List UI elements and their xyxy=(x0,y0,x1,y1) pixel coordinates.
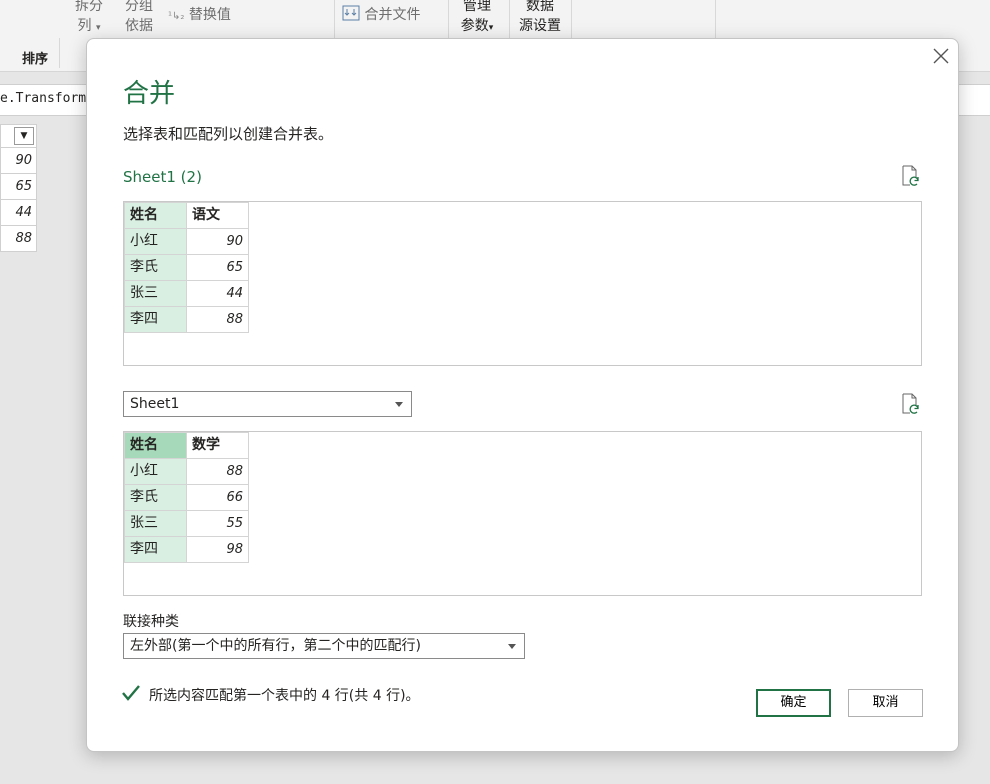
join-kind-selected: 左外部(第一个中的所有行，第二个中的匹配行) xyxy=(130,638,421,654)
second-table-selected: Sheet1 xyxy=(130,396,180,412)
column-header-chinese[interactable]: 语文 xyxy=(186,202,249,229)
table-row: 李四 88 xyxy=(124,306,249,333)
replace-values-icon: ¹↳₂ xyxy=(168,11,185,22)
grid-cell: 44 xyxy=(0,200,37,226)
table-cell: 98 xyxy=(186,536,249,563)
data-source-label-2: 源设置 xyxy=(519,18,561,34)
background-column: ▼ 90 65 44 88 xyxy=(0,124,37,252)
table-cell: 88 xyxy=(186,306,249,333)
table-cell: 张三 xyxy=(124,510,187,537)
column-header-name[interactable]: 姓名 xyxy=(124,202,187,229)
grid-cell: 88 xyxy=(0,226,37,252)
dialog-description: 选择表和匹配列以创建合并表。 xyxy=(123,125,334,143)
second-table-preview: 姓名 数学 小红 88 李氏 66 张三 55 李四 98 xyxy=(123,431,922,596)
group-by-button[interactable]: 分组 依据 xyxy=(122,0,156,36)
second-table: 姓名 数学 小红 88 李氏 66 张三 55 李四 98 xyxy=(124,432,249,563)
group-by-label-2: 依据 xyxy=(125,18,153,34)
ribbon-divider xyxy=(571,0,572,38)
table-header-row: 姓名 语文 xyxy=(124,202,249,229)
combine-files-icon xyxy=(342,5,360,21)
second-table-select[interactable]: Sheet1 xyxy=(123,391,412,417)
cancel-button[interactable]: 取消 xyxy=(848,689,923,717)
manage-params-label-1: 管理 xyxy=(463,0,491,14)
split-column-button[interactable]: 拆分 列 ▾ xyxy=(72,0,106,38)
manage-parameters-button[interactable]: 管理 参数▾ xyxy=(455,0,499,38)
chevron-down-icon: ▾ xyxy=(488,23,494,33)
table-header-row: 姓名 数学 xyxy=(124,432,249,459)
combine-files-label: 合并文件 xyxy=(364,7,421,23)
table-row: 张三 44 xyxy=(124,280,249,307)
replace-values-button[interactable]: ¹↳₂ 替换值 xyxy=(168,5,268,27)
grid-cell: 90 xyxy=(0,148,37,174)
group-by-label-1: 分组 xyxy=(125,0,153,14)
close-icon[interactable] xyxy=(930,45,952,67)
table-cell: 66 xyxy=(186,484,249,511)
table-cell: 90 xyxy=(186,228,249,255)
split-column-label-2: 列 xyxy=(77,18,92,34)
table-cell: 65 xyxy=(186,254,249,281)
data-source-label-1: 数据 xyxy=(526,0,554,14)
table-row: 小红 90 xyxy=(124,228,249,255)
table-cell: 李氏 xyxy=(124,254,187,281)
column-header-name[interactable]: 姓名 xyxy=(124,432,187,459)
column-header: ▼ xyxy=(0,124,37,148)
data-source-settings-button[interactable]: 数据 源设置 xyxy=(515,0,565,36)
table-row: 李四 98 xyxy=(124,536,249,563)
filter-dropdown-icon[interactable]: ▼ xyxy=(14,127,34,145)
ribbon-divider xyxy=(59,38,60,68)
formula-text: e.Transform xyxy=(0,91,87,106)
table-cell: 88 xyxy=(186,458,249,485)
table-cell: 李四 xyxy=(124,536,187,563)
ribbon-divider xyxy=(715,0,716,38)
table-cell: 小红 xyxy=(124,228,187,255)
table-cell: 小红 xyxy=(124,458,187,485)
first-table-name: Sheet1 (2) xyxy=(123,168,202,186)
join-kind-select[interactable]: 左外部(第一个中的所有行，第二个中的匹配行) xyxy=(123,633,525,659)
refresh-preview-icon[interactable] xyxy=(901,165,921,187)
manage-params-label-2: 参数 xyxy=(460,18,489,34)
table-row: 李氏 66 xyxy=(124,484,249,511)
grid-cell: 65 xyxy=(0,174,37,200)
join-kind-label: 联接种类 xyxy=(123,614,179,630)
chevron-down-icon xyxy=(395,402,403,407)
ribbon-divider xyxy=(509,0,510,38)
table-cell: 李氏 xyxy=(124,484,187,511)
table-cell: 张三 xyxy=(124,280,187,307)
refresh-preview-icon[interactable] xyxy=(901,393,921,415)
chevron-down-icon: ▾ xyxy=(95,23,101,33)
ribbon-divider xyxy=(334,0,335,38)
combine-files-button[interactable]: 合并文件 xyxy=(342,5,442,25)
table-row: 小红 88 xyxy=(124,458,249,485)
table-row: 张三 55 xyxy=(124,510,249,537)
checkmark-icon xyxy=(122,685,140,701)
merge-dialog: 合并 选择表和匹配列以创建合并表。 Sheet1 (2) 姓名 语文 小红 90… xyxy=(86,38,959,752)
ribbon-divider xyxy=(448,0,449,38)
first-table-preview: 姓名 语文 小红 90 李氏 65 张三 44 李四 88 xyxy=(123,201,922,366)
table-cell: 44 xyxy=(186,280,249,307)
chevron-down-icon xyxy=(508,644,516,649)
dialog-title: 合并 xyxy=(123,79,176,109)
replace-values-label: 替换值 xyxy=(188,7,231,23)
table-cell: 李四 xyxy=(124,306,187,333)
match-status-text: 所选内容匹配第一个表中的 4 行(共 4 行)。 xyxy=(149,688,420,704)
table-cell: 55 xyxy=(186,510,249,537)
column-header-math[interactable]: 数学 xyxy=(186,432,249,459)
first-table: 姓名 语文 小红 90 李氏 65 张三 44 李四 88 xyxy=(124,202,249,333)
ok-button[interactable]: 确定 xyxy=(756,689,831,717)
sort-group-label: 排序 xyxy=(22,52,49,67)
split-column-label-1: 拆分 xyxy=(75,0,103,14)
table-row: 李氏 65 xyxy=(124,254,249,281)
